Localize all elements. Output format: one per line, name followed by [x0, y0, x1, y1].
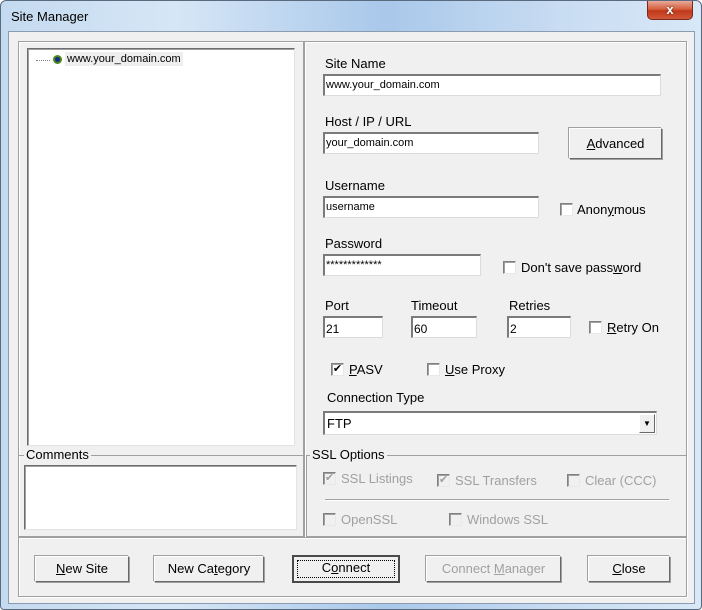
new-category-button[interactable]: New Category	[154, 556, 264, 582]
host-label: Host / IP / URL	[325, 114, 412, 129]
use-proxy-checkbox[interactable]	[427, 363, 440, 376]
window-close-button[interactable]: x	[647, 1, 693, 20]
new-site-button[interactable]: New Site	[35, 556, 129, 582]
comments-textarea[interactable]	[24, 465, 297, 530]
close-icon: x	[666, 2, 674, 17]
site-manager-window: Site Manager x www.your_domain.com Comme…	[0, 0, 702, 610]
username-input[interactable]: username	[323, 196, 539, 218]
focus-rectangle	[297, 560, 395, 578]
connection-type-select[interactable]: FTP	[323, 411, 657, 435]
tree-item-site[interactable]: www.your_domain.com	[65, 52, 183, 66]
dialog-client-area: www.your_domain.com Comments Site Name w…	[8, 31, 695, 604]
openssl-label[interactable]: OpenSSL	[341, 512, 397, 527]
dont-save-password-checkbox[interactable]	[503, 261, 516, 274]
connection-type-value: FTP	[327, 416, 352, 431]
port-input[interactable]: 21	[323, 316, 383, 338]
advanced-button[interactable]: Advanced	[569, 128, 662, 159]
retries-input[interactable]: 2	[507, 316, 571, 338]
site-node-icon	[53, 55, 62, 64]
ssl-separator	[325, 499, 669, 501]
connect-manager-button[interactable]: Connect Manager	[426, 556, 561, 582]
retries-label: Retries	[509, 298, 551, 313]
ssl-listings-label[interactable]: SSL Listings	[341, 471, 413, 486]
timeout-label: Timeout	[411, 298, 458, 313]
checkmark-icon: ✔	[332, 363, 343, 375]
openssl-checkbox[interactable]	[323, 513, 336, 526]
checkmark-icon: ✔	[438, 474, 449, 486]
connection-type-dropdown-button[interactable]: ▼	[639, 414, 655, 433]
ssl-options-legend: SSL Options	[310, 447, 387, 462]
checkmark-icon: ✔	[324, 472, 335, 484]
site-tree[interactable]: www.your_domain.com	[27, 48, 295, 446]
port-label: Port	[325, 298, 349, 313]
connection-type-label: Connection Type	[327, 390, 425, 405]
clear-ccc-label[interactable]: Clear (CCC)	[585, 473, 657, 488]
connect-button[interactable]: Connect	[292, 555, 400, 583]
windows-ssl-checkbox[interactable]	[449, 513, 462, 526]
anonymous-label[interactable]: Anonymous	[577, 202, 646, 217]
chevron-down-icon: ▼	[643, 419, 651, 428]
dont-save-password-label[interactable]: Don't save password	[521, 260, 641, 275]
host-input[interactable]: your_domain.com	[323, 132, 539, 154]
comments-legend: Comments	[24, 447, 91, 462]
pasv-checkbox[interactable]: ✔	[331, 363, 344, 376]
retry-on-checkbox[interactable]	[589, 321, 602, 334]
anonymous-checkbox[interactable]	[560, 203, 573, 216]
ssl-transfers-label[interactable]: SSL Transfers	[455, 473, 537, 488]
windows-ssl-label[interactable]: Windows SSL	[467, 512, 548, 527]
use-proxy-label[interactable]: Use Proxy	[445, 362, 505, 377]
retry-on-label[interactable]: Retry On	[607, 320, 659, 335]
site-name-input[interactable]: www.your_domain.com	[323, 74, 661, 96]
ssl-transfers-checkbox[interactable]: ✔	[437, 474, 450, 487]
password-input[interactable]: *************	[323, 254, 481, 276]
tree-connector-line	[36, 60, 50, 61]
site-name-label: Site Name	[325, 56, 386, 71]
clear-ccc-checkbox[interactable]	[567, 474, 580, 487]
close-button[interactable]: Close	[588, 556, 670, 582]
ssl-listings-checkbox[interactable]: ✔	[323, 472, 336, 485]
password-label: Password	[325, 236, 383, 251]
username-label: Username	[325, 178, 385, 193]
timeout-input[interactable]: 60	[411, 316, 477, 338]
window-title: Site Manager	[11, 9, 89, 24]
pasv-label[interactable]: PASV	[349, 362, 383, 377]
